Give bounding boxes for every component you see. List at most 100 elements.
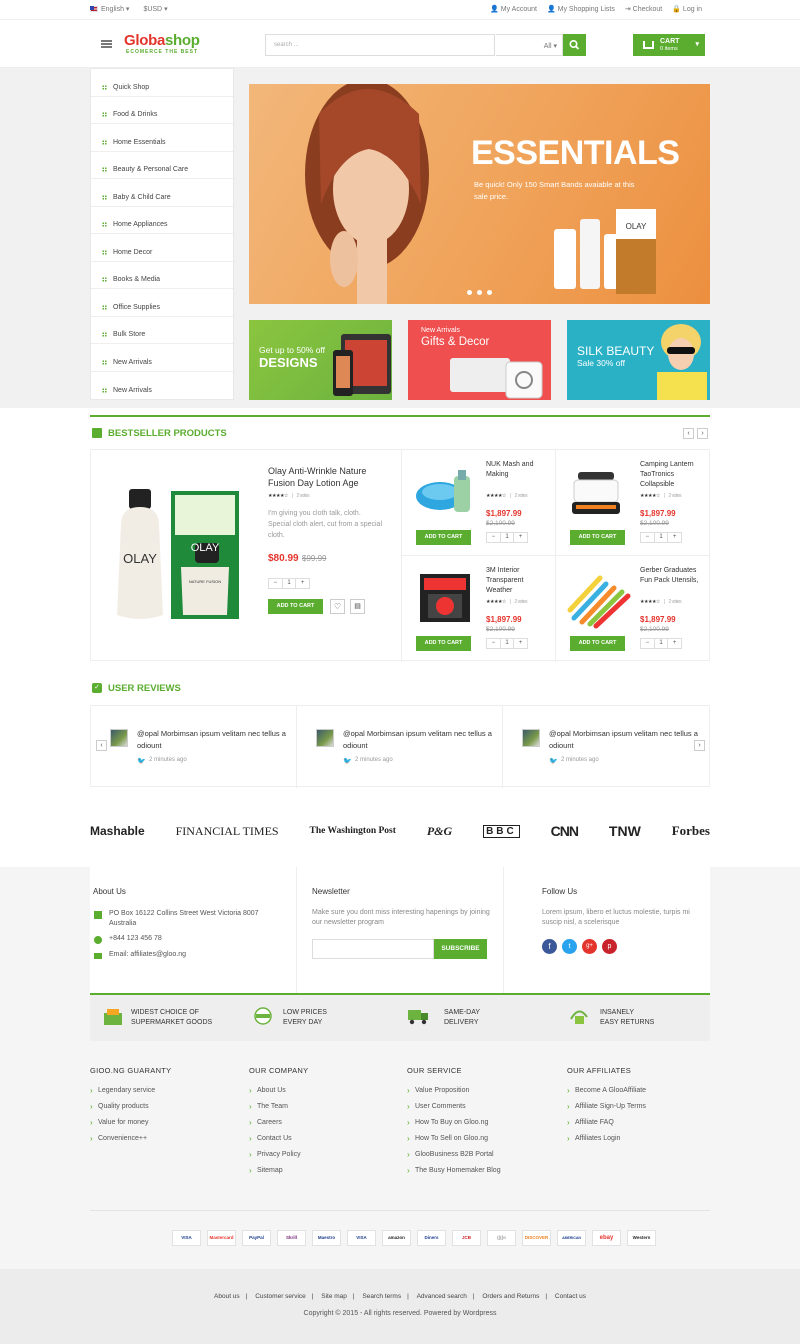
- sidebar-item-beauty[interactable]: Beauty & Personal Care: [91, 152, 233, 179]
- sidebar-item-new-arrivals-2[interactable]: New Arrivals: [91, 372, 233, 400]
- slider-dot[interactable]: [467, 290, 472, 295]
- sidebar-item-bulk-store[interactable]: Bulk Store: [91, 317, 233, 344]
- banner-gifts-decor[interactable]: New Arrivals Gifts & Decor: [408, 320, 551, 400]
- product-image[interactable]: [414, 570, 479, 630]
- slider-dots[interactable]: [467, 290, 492, 295]
- product-image[interactable]: OLAY OLAY NATURE FUSION: [109, 485, 244, 625]
- compare-icon[interactable]: ▤: [350, 599, 365, 614]
- sidebar-item-home-decor[interactable]: Home Decor: [91, 234, 233, 262]
- footer-link[interactable]: Careers: [249, 1118, 308, 1135]
- bottom-link[interactable]: About us: [214, 1293, 240, 1300]
- add-to-cart-button[interactable]: ADD TO CART: [416, 530, 471, 545]
- wishlist-heart-icon[interactable]: ♡: [330, 599, 345, 614]
- slider-dot[interactable]: [487, 290, 492, 295]
- sidebar-item-quick-shop[interactable]: Quick Shop: [91, 69, 233, 97]
- sidebar-item-office-supplies[interactable]: Office Supplies: [91, 289, 233, 317]
- pinterest-icon[interactable]: p: [602, 939, 617, 954]
- logo-bbc[interactable]: BBC: [483, 824, 520, 838]
- quantity-stepper[interactable]: −1 +: [640, 532, 682, 543]
- featured-product-name[interactable]: Olay Anti-Wrinkle Nature Fusion Day Loti…: [268, 465, 383, 489]
- logo[interactable]: Globashop: [124, 32, 200, 49]
- product-image[interactable]: [568, 468, 633, 523]
- plus-button[interactable]: +: [514, 639, 527, 648]
- footer-link[interactable]: Affiliate FAQ: [567, 1118, 646, 1135]
- footer-link[interactable]: Contact Us: [249, 1134, 308, 1151]
- logo-pg[interactable]: P&G: [427, 824, 452, 839]
- shopping-lists-link[interactable]: 👤 My Shopping Lists: [547, 5, 615, 13]
- plus-button[interactable]: +: [668, 639, 681, 648]
- google-plus-icon[interactable]: g+: [582, 939, 597, 954]
- minus-button[interactable]: −: [641, 639, 655, 648]
- login-link[interactable]: 🔒 Log in: [672, 5, 702, 13]
- logo-tnw[interactable]: TNW: [609, 823, 641, 839]
- category-select[interactable]: All ▾: [496, 34, 563, 56]
- prev-arrow-button[interactable]: ‹: [683, 428, 694, 439]
- bottom-link[interactable]: Orders and Returns: [482, 1293, 539, 1300]
- logo-cnn[interactable]: CNN: [551, 823, 579, 839]
- footer-link[interactable]: GlooBusiness B2B Portal: [407, 1150, 501, 1167]
- next-arrow-button[interactable]: ›: [694, 740, 705, 751]
- search-input[interactable]: search ...: [265, 34, 495, 56]
- language-selector[interactable]: English ▾: [90, 5, 129, 13]
- add-to-cart-button[interactable]: ADD TO CART: [570, 636, 625, 651]
- bottom-link[interactable]: Customer service: [255, 1293, 306, 1300]
- minus-button[interactable]: −: [269, 579, 283, 588]
- minus-button[interactable]: −: [487, 639, 501, 648]
- footer-link[interactable]: Affiliate Sign-Up Terms: [567, 1102, 646, 1119]
- newsletter-email-input[interactable]: [312, 939, 434, 959]
- footer-link[interactable]: Quality products: [90, 1102, 171, 1119]
- footer-link[interactable]: Privacy Policy: [249, 1150, 308, 1167]
- sidebar-item-baby[interactable]: Baby & Child Care: [91, 179, 233, 207]
- logo-mashable[interactable]: Mashable: [90, 824, 145, 838]
- add-to-cart-button[interactable]: ADD TO CART: [570, 530, 625, 545]
- slider-dot[interactable]: [477, 290, 482, 295]
- footer-link[interactable]: User Comments: [407, 1102, 501, 1119]
- hamburger-icon[interactable]: [101, 40, 112, 48]
- hero-slider[interactable]: ESSENTIALS Be quick! Only 150 Smart Band…: [249, 84, 710, 304]
- footer-link[interactable]: How To Sell on Gloo.ng: [407, 1134, 501, 1151]
- facebook-icon[interactable]: f: [542, 939, 557, 954]
- sidebar-item-new-arrivals[interactable]: New Arrivals: [91, 344, 233, 372]
- subscribe-button[interactable]: SUBSCRIBE: [434, 939, 487, 959]
- sidebar-item-books-media[interactable]: Books & Media: [91, 262, 233, 289]
- plus-button[interactable]: +: [514, 533, 527, 542]
- add-to-cart-button[interactable]: ADD TO CART: [268, 599, 323, 614]
- footer-link[interactable]: Become A GlooAffiliate: [567, 1086, 646, 1103]
- logo-financial-times[interactable]: FINANCIAL TIMES: [176, 824, 279, 839]
- twitter-icon[interactable]: t: [562, 939, 577, 954]
- checkout-link[interactable]: ⇥ Checkout: [625, 5, 662, 13]
- plus-button[interactable]: +: [668, 533, 681, 542]
- quantity-stepper[interactable]: −1 +: [486, 532, 528, 543]
- banner-designs[interactable]: Get up to 50% off DESIGNS: [249, 320, 392, 400]
- product-image[interactable]: [412, 468, 482, 518]
- search-button[interactable]: [563, 34, 586, 56]
- bottom-link[interactable]: Site map: [321, 1293, 347, 1300]
- logo-washington-post[interactable]: The Washington Post: [310, 826, 396, 836]
- footer-link[interactable]: About Us: [249, 1086, 308, 1103]
- footer-link[interactable]: Value for money: [90, 1118, 171, 1135]
- footer-link[interactable]: Value Proposition: [407, 1086, 501, 1103]
- footer-link[interactable]: Legendary service: [90, 1086, 171, 1103]
- footer-link[interactable]: Convenience++: [90, 1134, 171, 1151]
- logo-forbes[interactable]: Forbes: [672, 823, 710, 839]
- currency-selector[interactable]: $USD ▾: [143, 5, 167, 13]
- sidebar-item-home-essentials[interactable]: Home Essentials: [91, 124, 233, 152]
- cart-button[interactable]: CART 0 items ▾: [633, 34, 705, 56]
- next-arrow-button[interactable]: ›: [697, 428, 708, 439]
- plus-button[interactable]: +: [296, 579, 309, 588]
- footer-link[interactable]: The Busy Homemaker Blog: [407, 1166, 501, 1183]
- footer-link[interactable]: Sitemap: [249, 1166, 308, 1183]
- sidebar-item-food-drinks[interactable]: Food & Drinks: [91, 97, 233, 124]
- bottom-link[interactable]: Contact us: [555, 1293, 586, 1300]
- product-image[interactable]: [566, 570, 636, 630]
- minus-button[interactable]: −: [641, 533, 655, 542]
- my-account-link[interactable]: 👤 My Account: [490, 5, 537, 13]
- minus-button[interactable]: −: [487, 533, 501, 542]
- bottom-link[interactable]: Search terms: [362, 1293, 401, 1300]
- footer-link[interactable]: How To Buy on Gloo.ng: [407, 1118, 501, 1135]
- quantity-stepper[interactable]: −1 +: [640, 638, 682, 649]
- footer-link[interactable]: Affiliates Login: [567, 1134, 646, 1151]
- prev-arrow-button[interactable]: ‹: [96, 740, 107, 751]
- banner-silk-beauty[interactable]: SILK BEAUTY Sale 30% off: [567, 320, 710, 400]
- add-to-cart-button[interactable]: ADD TO CART: [416, 636, 471, 651]
